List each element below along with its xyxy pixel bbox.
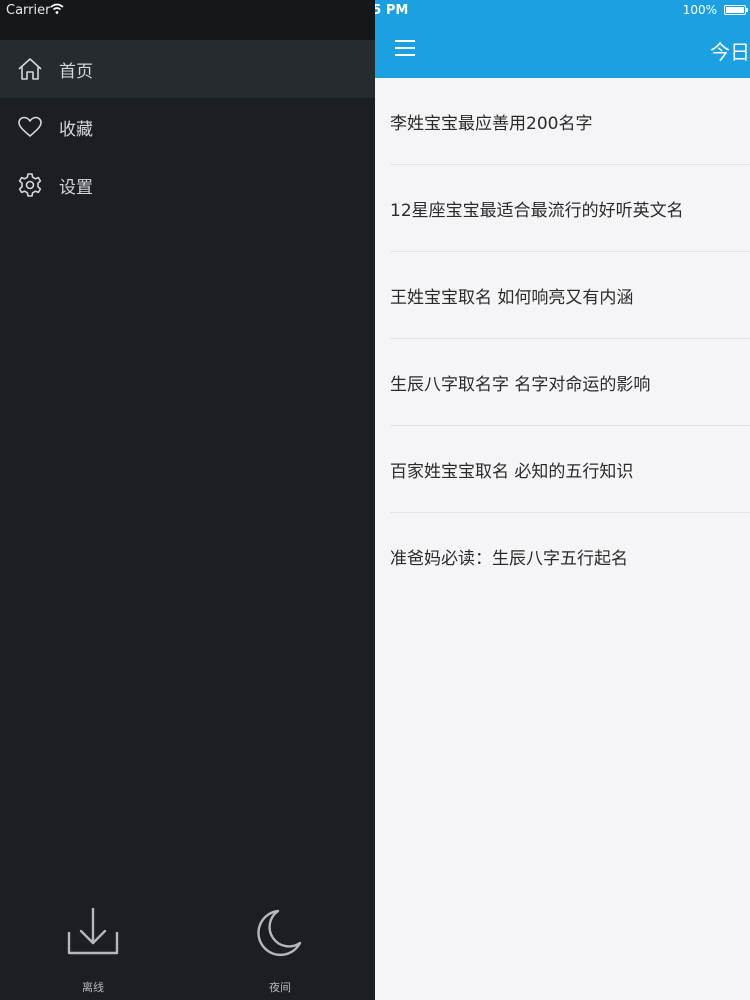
list-item[interactable]: 百家姓宝宝取名 必知的五行知识 [390, 426, 750, 513]
status-bar-left: Carrier [0, 0, 375, 40]
offline-label: 离线 [82, 981, 104, 994]
clock: 9:15 PM [375, 3, 409, 18]
article-title: 王姓宝宝取名 如何响亮又有内涵 [390, 287, 634, 308]
article-title: 百家姓宝宝取名 必知的五行知识 [390, 461, 634, 482]
battery-icon [724, 5, 748, 15]
nav-bar: 今日 [375, 20, 750, 78]
night-label: 夜间 [269, 981, 291, 994]
article-title: 准爸妈必读：生辰八字五行起名 [390, 549, 628, 569]
menu-item-label: 设置 [59, 177, 93, 198]
menu-item-home[interactable]: 首页 [0, 40, 375, 98]
home-icon [18, 58, 42, 80]
page-title: 今日 [710, 40, 750, 64]
menu-item-settings[interactable]: 设置 [0, 156, 375, 214]
menu-icon[interactable] [395, 40, 415, 58]
side-drawer: Carrier 首页 收藏 设置 离线 夜间 [0, 0, 375, 1000]
carrier-label: Carrier [6, 3, 51, 18]
article-title: 李姓宝宝最应善用200名字 [390, 113, 593, 134]
night-mode-button[interactable]: 夜间 [235, 905, 325, 997]
wifi-icon [50, 3, 64, 14]
drawer-bottom-bar: 离线 夜间 [0, 900, 375, 1000]
heart-icon [18, 116, 42, 137]
article-title: 12星座宝宝最适合最流行的好听英文名 [390, 200, 684, 221]
list-item[interactable]: 生辰八字取名字 名字对命运的影响 [390, 339, 750, 426]
article-title: 生辰八字取名字 名字对命运的影响 [390, 374, 651, 395]
download-icon [67, 907, 119, 955]
list-item[interactable]: 李姓宝宝最应善用200名字 [390, 78, 750, 165]
moon-icon [257, 909, 302, 957]
battery-percent: 100% [682, 3, 717, 17]
list-item[interactable]: 12星座宝宝最适合最流行的好听英文名 [390, 165, 750, 252]
menu-item-favorites[interactable]: 收藏 [0, 98, 375, 156]
status-bar-right: 9:15 PM 100% [375, 0, 750, 20]
offline-button[interactable]: 离线 [48, 905, 138, 997]
menu-item-label: 收藏 [59, 119, 93, 140]
list-item[interactable]: 王姓宝宝取名 如何响亮又有内涵 [390, 252, 750, 339]
main-content: 9:15 PM 100% 今日 李姓宝宝最应善用200名字 12星座宝宝最适合最… [375, 0, 750, 1000]
drawer-menu: 首页 收藏 设置 [0, 40, 375, 214]
menu-item-label: 首页 [59, 61, 93, 82]
list-item[interactable]: 准爸妈必读：生辰八字五行起名 [390, 513, 750, 600]
gear-icon [18, 173, 42, 197]
article-list: 李姓宝宝最应善用200名字 12星座宝宝最适合最流行的好听英文名 王姓宝宝取名 … [375, 78, 750, 600]
